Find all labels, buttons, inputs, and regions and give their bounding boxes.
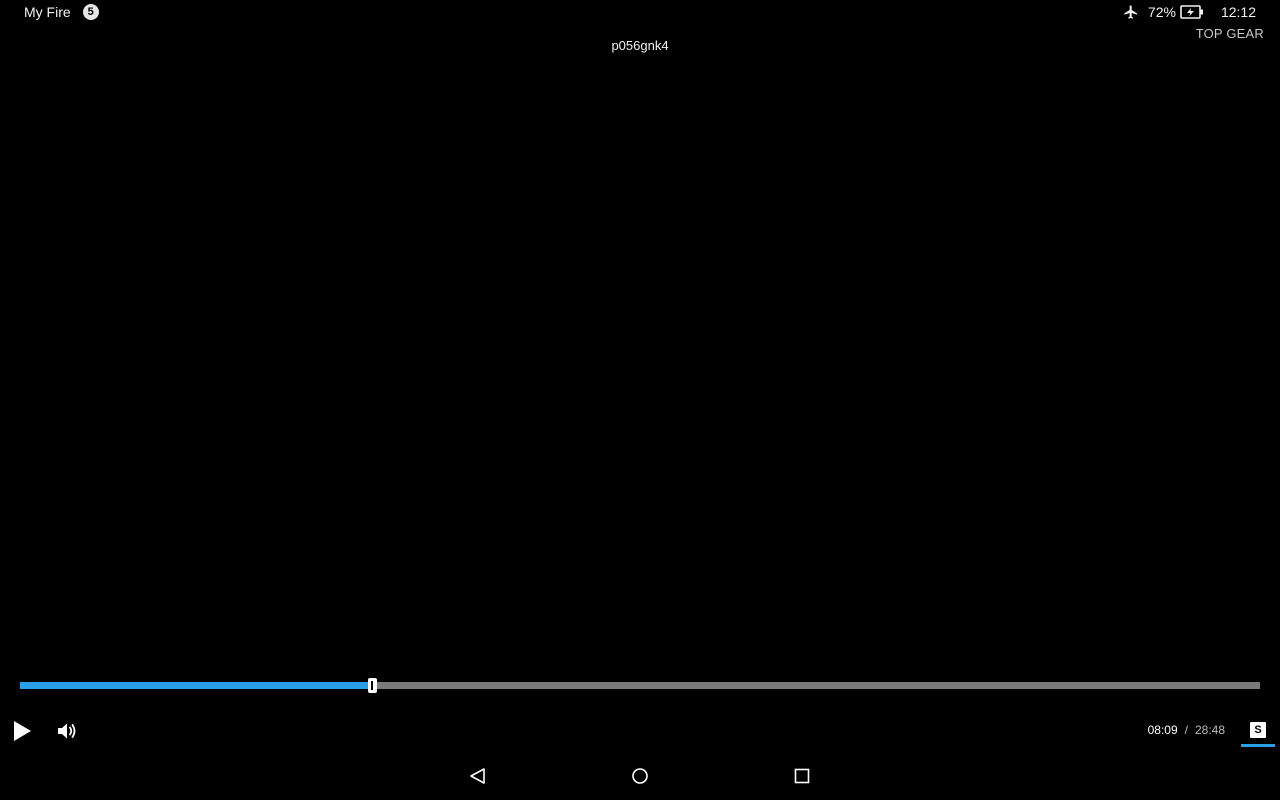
- video-title: p056gnk4: [611, 38, 669, 53]
- current-time: 08:09: [1147, 723, 1178, 737]
- status-bar-left: My Fire 5: [24, 3, 99, 21]
- navigation-bar: [0, 758, 1280, 794]
- app-name-label: My Fire: [24, 4, 71, 20]
- volume-icon[interactable]: [55, 719, 79, 743]
- clock: 12:12: [1220, 4, 1256, 20]
- recents-icon[interactable]: [792, 766, 812, 786]
- airplane-icon: [1124, 5, 1137, 19]
- play-icon[interactable]: [10, 719, 34, 743]
- subtitles-icon[interactable]: S: [1250, 722, 1266, 738]
- subtitles-label: S: [1254, 724, 1262, 736]
- seek-progress: [20, 682, 373, 689]
- video-surface[interactable]: [0, 60, 1280, 660]
- battery-charging-icon: [1180, 5, 1203, 19]
- seek-bar[interactable]: [20, 678, 1260, 693]
- program-name: TOP GEAR: [1195, 26, 1264, 41]
- status-bar-right: 72% 12:12: [1123, 3, 1256, 21]
- back-icon[interactable]: [468, 766, 488, 786]
- seek-handle[interactable]: [368, 678, 378, 693]
- home-icon[interactable]: [630, 766, 650, 786]
- time-separator: /: [1184, 723, 1188, 737]
- battery-percent: 72%: [1147, 4, 1176, 20]
- notification-count-badge[interactable]: 5: [82, 4, 99, 20]
- subtitles-active-indicator: [1241, 744, 1275, 747]
- time-display: 08:09 / 28:48: [1148, 723, 1225, 737]
- duration: 28:48: [1194, 723, 1225, 737]
- video-player-screen: My Fire 5 72% 12:12 p056gnk4 TOP GEAR 08…: [0, 0, 1280, 800]
